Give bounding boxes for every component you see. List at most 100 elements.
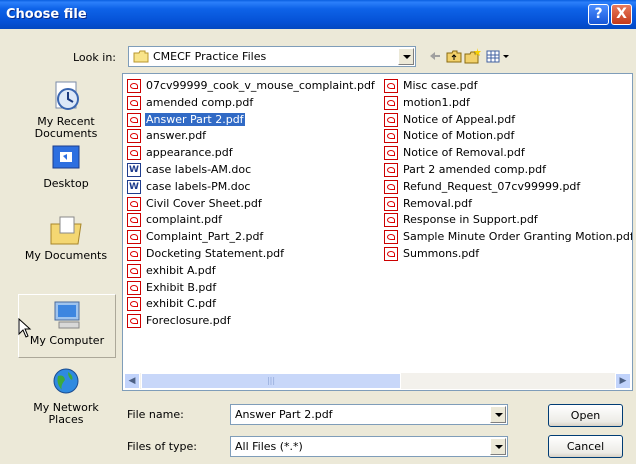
pdf-file-icon — [127, 297, 141, 312]
pdf-file-icon — [127, 314, 141, 329]
file-item[interactable]: Sample Minute Order Granting Motion.pdf — [384, 229, 633, 246]
file-item[interactable]: Civil Cover Sheet.pdf — [127, 196, 376, 213]
file-column-1: 07cv99999_cook_v_mouse_complaint.pdfamen… — [127, 78, 376, 330]
pdf-file-icon — [384, 162, 398, 177]
file-name: Foreclosure.pdf — [146, 314, 231, 328]
file-name: 07cv99999_cook_v_mouse_complaint.pdf — [146, 79, 375, 92]
word-doc-icon: W — [127, 179, 141, 194]
file-item[interactable]: Notice of Removal.pdf — [384, 145, 632, 162]
look-in-label: Look in: — [73, 51, 116, 64]
file-item[interactable]: Foreclosure.pdf — [127, 313, 376, 330]
files-of-type-value: All Files (*.*) — [235, 440, 303, 453]
pdf-file-icon — [127, 230, 141, 245]
place-desktop[interactable]: Desktop — [18, 142, 114, 190]
file-item[interactable]: exhibit A.pdf — [127, 263, 376, 280]
file-name: exhibit C.pdf — [146, 297, 216, 311]
file-name: Exhibit B.pdf — [146, 280, 217, 294]
place-my-computer[interactable]: My Computer — [18, 294, 116, 358]
file-item[interactable]: Notice of Appeal.pdf — [384, 112, 632, 129]
cancel-button[interactable]: Cancel — [548, 435, 623, 458]
file-item[interactable]: Summons.pdf — [384, 246, 632, 263]
file-name: Civil Cover Sheet.pdf — [146, 196, 262, 210]
file-item[interactable]: Misc case.pdf — [384, 78, 632, 95]
word-doc-icon: W — [127, 162, 141, 177]
file-name: motion1.pdf — [403, 95, 470, 109]
file-item[interactable]: motion1.pdf — [384, 95, 632, 112]
file-item[interactable]: Part 2 amended comp.pdf — [384, 162, 632, 179]
file-name: exhibit A.pdf — [146, 263, 216, 277]
place-my-recent-documents[interactable]: My Recent Documents — [18, 80, 114, 140]
desktop-icon — [48, 142, 84, 176]
pdf-file-icon — [384, 95, 398, 110]
pdf-file-icon — [127, 263, 141, 278]
file-item[interactable]: Answer Part 2.pdf — [127, 112, 376, 129]
file-item[interactable]: answer.pdf — [127, 128, 376, 145]
view-menu-icon[interactable] — [485, 48, 511, 64]
file-item[interactable]: 07cv99999_cook_v_mouse_complaint.pdf — [127, 78, 376, 95]
my-documents-icon — [48, 214, 84, 248]
horizontal-scrollbar[interactable]: ◀ ||| ▶ — [124, 373, 631, 389]
file-name-input[interactable]: Answer Part 2.pdf — [230, 404, 508, 425]
chevron-down-icon[interactable] — [490, 406, 506, 423]
file-name: answer.pdf — [146, 129, 207, 143]
file-name: Notice of Appeal.pdf — [403, 112, 516, 126]
chevron-down-icon[interactable] — [490, 438, 506, 455]
file-item[interactable]: amended comp.pdf — [127, 95, 376, 112]
file-name: Summons.pdf — [403, 246, 480, 260]
file-item[interactable]: Refund_Request_07cv99999.pdf — [384, 179, 632, 196]
file-name: Response in Support.pdf — [403, 213, 538, 227]
pdf-file-icon — [384, 196, 398, 211]
file-name: Refund_Request_07cv99999.pdf — [403, 179, 581, 193]
pdf-file-icon — [384, 179, 398, 194]
place-label: My Computer — [29, 334, 105, 347]
my-computer-icon — [49, 299, 85, 333]
place-my-documents[interactable]: My Documents — [18, 214, 114, 262]
open-button[interactable]: Open — [548, 404, 623, 427]
file-item[interactable]: Complaint_Part_2.pdf — [127, 229, 376, 246]
network-places-icon — [48, 366, 84, 400]
pdf-file-icon — [127, 146, 141, 161]
file-item[interactable]: Wcase labels-PM.doc — [127, 179, 376, 196]
choose-file-dialog: Choose file ? X Look in: CMECF Practice … — [0, 0, 636, 464]
files-of-type-dropdown[interactable]: All Files (*.*) — [230, 436, 508, 457]
chevron-down-icon[interactable] — [398, 48, 414, 65]
file-name: Notice of Removal.pdf — [403, 146, 525, 160]
place-label: My Documents — [24, 249, 108, 262]
pdf-file-icon — [127, 112, 141, 127]
file-item[interactable]: exhibit C.pdf — [127, 296, 376, 313]
file-item[interactable]: Notice of Motion.pdf — [384, 128, 632, 145]
file-item[interactable]: Exhibit B.pdf — [127, 280, 376, 297]
file-name: case labels-AM.doc — [146, 162, 252, 176]
mouse-cursor-icon — [18, 318, 32, 338]
file-name: complaint.pdf — [146, 213, 222, 227]
pdf-file-icon — [127, 196, 141, 211]
up-folder-icon[interactable] — [446, 48, 462, 64]
pdf-file-icon — [384, 230, 398, 245]
scrollbar-thumb[interactable]: ||| — [141, 373, 401, 389]
pdf-file-icon — [384, 129, 398, 144]
file-item[interactable]: Response in Support.pdf — [384, 212, 632, 229]
new-folder-icon[interactable] — [464, 48, 481, 64]
pdf-file-icon — [384, 79, 398, 93]
file-item[interactable]: Removal.pdf — [384, 196, 632, 213]
file-list[interactable]: 07cv99999_cook_v_mouse_complaint.pdfamen… — [122, 73, 633, 391]
file-name: Sample Minute Order Granting Motion.pdf — [403, 230, 633, 244]
file-item[interactable]: Wcase labels-AM.doc — [127, 162, 376, 179]
place-label: My Recent Documents — [34, 115, 98, 140]
place-label: My Network Places — [33, 401, 99, 426]
title-bar[interactable]: Choose file ? X — [0, 0, 636, 29]
place-my-network-places[interactable]: My Network Places — [18, 366, 114, 426]
file-item[interactable]: Docketing Statement.pdf — [127, 246, 376, 263]
scroll-right-icon[interactable]: ▶ — [615, 373, 631, 389]
pdf-file-icon — [127, 213, 141, 228]
file-item[interactable]: complaint.pdf — [127, 212, 376, 229]
close-button[interactable]: X — [611, 4, 632, 25]
place-label: Desktop — [43, 177, 89, 190]
look-in-dropdown[interactable]: CMECF Practice Files — [128, 46, 416, 67]
pdf-file-icon — [384, 246, 398, 261]
help-button[interactable]: ? — [588, 4, 609, 25]
file-name: case labels-PM.doc — [146, 179, 251, 193]
back-icon[interactable] — [427, 48, 443, 64]
file-item[interactable]: appearance.pdf — [127, 145, 376, 162]
scroll-left-icon[interactable]: ◀ — [124, 373, 140, 389]
